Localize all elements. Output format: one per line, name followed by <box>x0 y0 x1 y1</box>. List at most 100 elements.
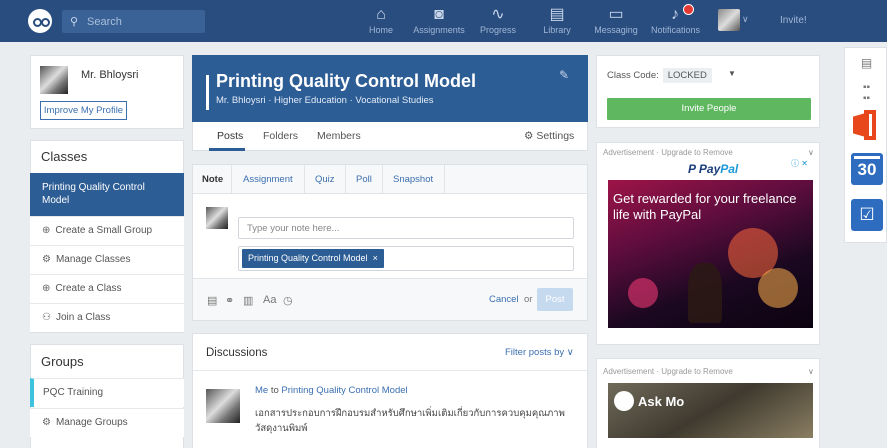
type-snapshot[interactable]: Snapshot <box>393 174 433 185</box>
adchoices-icon[interactable]: ⓘ ✕ <box>791 158 808 169</box>
edmodo-logo-icon[interactable] <box>28 9 52 33</box>
improve-profile-button[interactable]: Improve My Profile <box>40 101 127 120</box>
nav-notifications[interactable]: ♪ Notifications <box>651 4 701 35</box>
chevron-down-icon[interactable]: ∨ <box>742 14 749 25</box>
post-author-link[interactable]: Me <box>255 385 268 396</box>
calendar-icon[interactable]: 30 <box>851 153 883 185</box>
store-icon[interactable]: ▤ <box>845 56 887 70</box>
recipient-chip[interactable]: Printing Quality Control Model × <box>242 249 384 268</box>
apps-rail: ▤ ▪▪ ▪▪ 30 ☑ <box>844 47 887 243</box>
caret-down-icon[interactable]: ▼ <box>728 69 736 78</box>
page-title: Printing Quality Control Model <box>216 71 476 91</box>
quiz-check-icon[interactable]: ☑ <box>851 199 883 231</box>
recipient-input[interactable]: Printing Quality Control Model × <box>238 246 574 271</box>
format-text-icon[interactable]: Aa <box>263 294 276 306</box>
person-silhouette <box>688 263 722 323</box>
top-nav-bar: ⚲ Search ⌂ Home ◙ Assignments ∿ Progress… <box>0 0 887 42</box>
nav-home-label: Home <box>368 25 393 35</box>
chevron-down-icon[interactable]: ∨ <box>808 148 814 157</box>
divider <box>382 165 383 194</box>
or-text: or <box>524 294 533 305</box>
group-item-pqc-training[interactable]: PQC Training <box>30 378 184 407</box>
header-accent-bar <box>206 75 209 110</box>
paypal-logo-pal: Pal <box>720 162 739 176</box>
divider <box>304 165 305 194</box>
nav-assignments[interactable]: ◙ Assignments <box>413 5 465 35</box>
discussions-panel: Discussions Filter posts by ∨ Me to Prin… <box>192 333 588 448</box>
nav-library[interactable]: ▤ Library <box>540 5 574 35</box>
post-button[interactable]: Post <box>537 288 573 311</box>
office-logo-part <box>864 110 876 140</box>
type-quiz[interactable]: Quiz <box>315 174 335 185</box>
tab-settings[interactable]: ⚙ Settings <box>524 130 574 142</box>
tab-members[interactable]: Members <box>317 130 361 142</box>
post-type-tabs: Note Assignment Quiz Poll Snapshot <box>193 165 587 194</box>
cancel-button[interactable]: Cancel <box>489 294 519 305</box>
group-subtitle: Mr. Bhloysri · Higher Education · Vocati… <box>216 95 434 106</box>
nav-notifications-label: Notifications <box>651 25 701 35</box>
tab-posts[interactable]: Posts <box>217 130 243 142</box>
manage-classes-item[interactable]: ⚙ Manage Classes <box>30 245 184 274</box>
create-small-group-item[interactable]: ⊕ Create a Small Group <box>30 216 184 245</box>
post-author-avatar[interactable] <box>206 389 240 423</box>
group-header: Printing Quality Control Model Mr. Bhloy… <box>192 55 588 122</box>
recipient-chip-label: Printing Quality Control Model <box>248 253 368 263</box>
nav-progress-label: Progress <box>480 25 517 35</box>
progress-icon: ∿ <box>491 6 505 23</box>
filter-posts-dropdown[interactable]: Filter posts by ∨ <box>505 347 574 358</box>
paypal-ad-image[interactable]: P PayPal ⓘ ✕ Get rewarded for your freel… <box>608 158 813 328</box>
advertisement-card: Advertisement · Upgrade to Remove ∨ P Pa… <box>596 142 820 345</box>
post-to-text: to <box>270 385 279 396</box>
type-poll[interactable]: Poll <box>356 174 372 185</box>
active-tab-indicator <box>209 148 245 151</box>
type-assignment[interactable]: Assignment <box>243 174 293 185</box>
file-icon[interactable]: ▤ <box>207 294 217 307</box>
account-avatar[interactable] <box>718 9 740 31</box>
class-item-active[interactable]: Printing Quality Control Model <box>30 173 184 216</box>
profile-avatar[interactable] <box>40 66 68 94</box>
ad-label[interactable]: Advertisement · Upgrade to Remove <box>603 367 733 376</box>
divider <box>231 165 232 194</box>
askmo-ad-image[interactable]: Ask Mo <box>608 383 813 438</box>
invite-people-button[interactable]: Invite People <box>607 98 811 120</box>
library-icon: ▤ <box>549 6 565 23</box>
clock-icon[interactable]: ◷ <box>283 294 293 307</box>
close-icon[interactable]: × <box>373 253 378 263</box>
tab-settings-label: Settings <box>536 130 575 142</box>
users-icon: ⚇ <box>42 312 51 323</box>
class-code: Class Code: LOCKED <box>607 68 712 83</box>
profile-name[interactable]: Mr. Bhloysri <box>81 69 138 81</box>
link-icon[interactable]: ⚭ <box>225 294 234 307</box>
office-icon[interactable] <box>853 110 879 140</box>
ad-headline: Get rewarded for your freelance life wit… <box>613 191 797 222</box>
paypal-logo: P PayPal <box>688 162 738 176</box>
askmo-logo-icon <box>614 391 634 411</box>
divider <box>345 165 346 194</box>
join-class-item[interactable]: ⚇ Join a Class <box>30 303 184 332</box>
paypal-logo-pay: P Pay <box>688 162 721 176</box>
chevron-down-icon[interactable]: ∨ <box>808 367 814 376</box>
discussions-title: Discussions <box>206 347 268 359</box>
create-class-item[interactable]: ⊕ Create a Class <box>30 274 184 303</box>
search-input[interactable]: ⚲ Search <box>62 10 205 33</box>
library-icon[interactable]: ▥ <box>243 294 253 307</box>
ad-label[interactable]: Advertisement · Upgrade to Remove <box>603 148 733 157</box>
divider <box>193 370 587 371</box>
search-icon: ⚲ <box>70 16 79 28</box>
type-note[interactable]: Note <box>202 174 223 185</box>
nav-progress[interactable]: ∿ Progress <box>480 5 516 35</box>
nav-messaging[interactable]: ▭ Messaging <box>594 5 638 35</box>
tab-folders[interactable]: Folders <box>263 130 298 142</box>
invite-link[interactable]: Invite! <box>780 15 807 26</box>
create-class-label: Create a Class <box>55 283 122 294</box>
class-code-value: LOCKED <box>662 68 712 83</box>
composer-toolbar: ▤ ⚭ ▥ Aa ◷ Cancel or Post <box>193 278 587 320</box>
nav-library-label: Library <box>543 25 571 35</box>
nav-home[interactable]: ⌂ Home <box>366 5 396 35</box>
manage-groups-item[interactable]: ⚙ Manage Groups <box>30 408 184 437</box>
divider <box>444 165 445 194</box>
apps-grid-icon[interactable]: ▪▪ ▪▪ <box>845 82 887 104</box>
post-target-link[interactable]: Printing Quality Control Model <box>281 385 407 396</box>
pencil-icon[interactable]: ✎ <box>559 68 569 82</box>
note-input[interactable]: Type your note here... <box>238 217 574 239</box>
